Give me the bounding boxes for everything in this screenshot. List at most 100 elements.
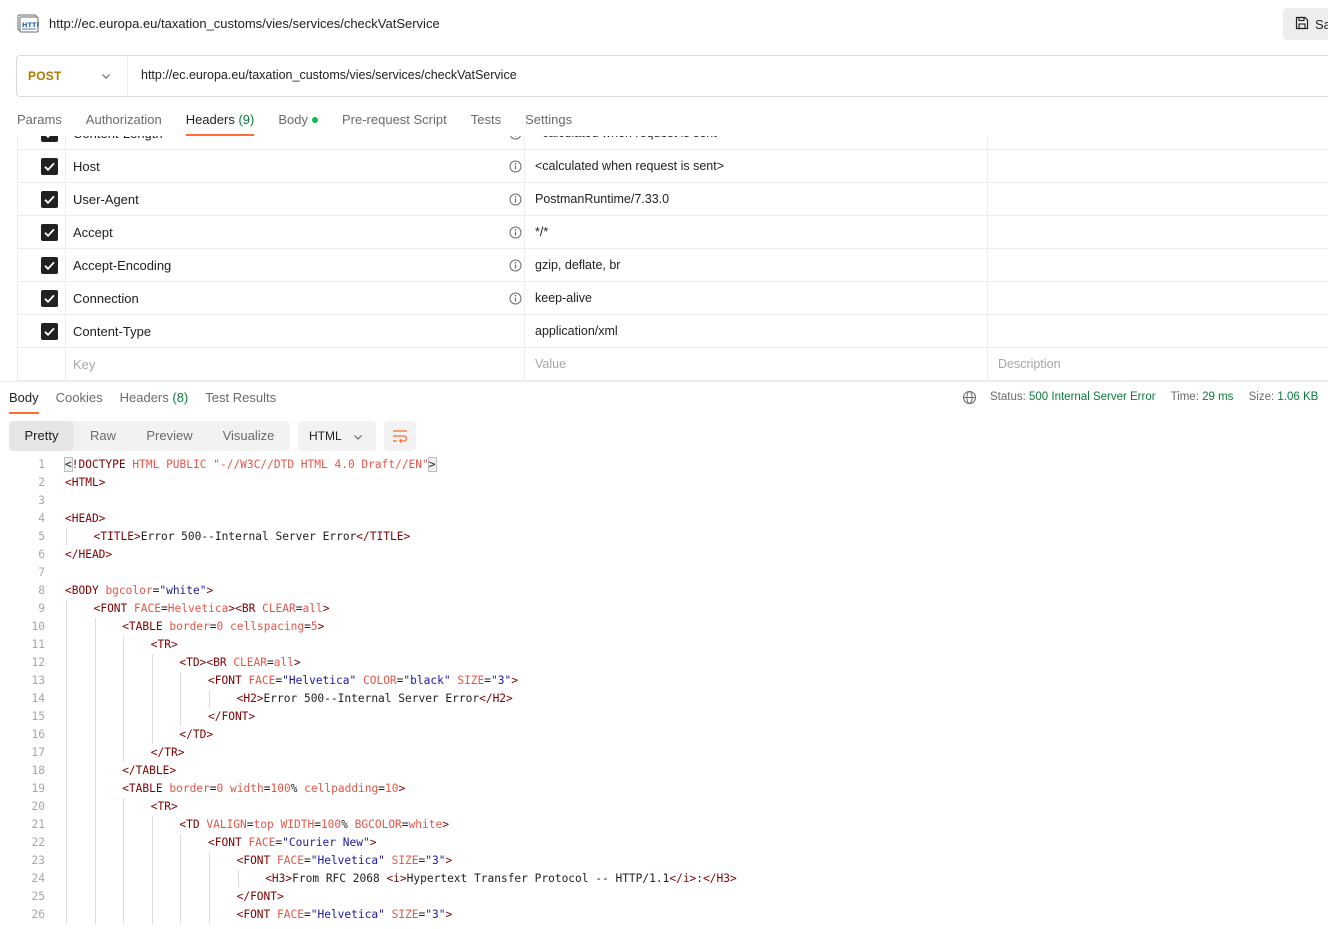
info-icon[interactable] (509, 292, 522, 305)
info-icon[interactable] (509, 193, 522, 206)
code-text: <TD VALIGN=top WIDTH=100% BGCOLOR=white> (179, 816, 449, 834)
code-token: </H3> (703, 872, 737, 885)
header-enabled-checkbox[interactable] (41, 191, 58, 208)
indent-guide (209, 888, 210, 906)
header-description-cell[interactable] (987, 315, 1328, 348)
header-description-cell[interactable] (987, 249, 1328, 282)
header-key-cell[interactable]: Key (65, 348, 524, 381)
indent-guide (66, 672, 67, 690)
globe-icon[interactable] (962, 390, 977, 405)
header-key-cell[interactable]: Accept (65, 216, 524, 249)
tab-headers[interactable]: Headers (9) (185, 104, 254, 136)
time-value[interactable]: 29 ms (1202, 391, 1233, 403)
code-token: HTML PUBLIC (132, 458, 207, 471)
indent-guide (209, 906, 210, 924)
code-token: "3" (425, 854, 446, 867)
header-row: Connection keep-alive (17, 282, 1328, 315)
code-token: bgcolor (105, 584, 153, 597)
tab-params[interactable]: Params (17, 104, 62, 136)
tab-body[interactable]: Body (278, 104, 318, 136)
code-line: 3 (0, 492, 1328, 510)
line-number: 26 (31, 908, 45, 921)
code-text: <FONT FACE="Helvetica" SIZE="3"> (237, 852, 453, 870)
header-row: User-Agent PostmanRuntime/7.33.0 (17, 183, 1328, 216)
header-enabled-checkbox[interactable] (41, 323, 58, 340)
code-text: <TABLE border=0 width=100% cellpadding=1… (122, 780, 405, 798)
format-select[interactable]: HTML (298, 421, 376, 451)
tab-authorization[interactable]: Authorization (86, 104, 162, 136)
indent-guide (180, 852, 182, 870)
header-key-cell[interactable]: Connection (65, 282, 524, 315)
header-value-cell[interactable]: <calculated when request is sent> (524, 136, 987, 150)
header-value-cell[interactable]: gzip, deflate, br (524, 249, 987, 282)
size-value[interactable]: 1.06 KB (1277, 391, 1318, 403)
header-value-cell[interactable]: Value (524, 348, 987, 381)
code-token: > (427, 457, 437, 472)
header-key-cell[interactable]: User-Agent (65, 183, 524, 216)
line-number: 1 (38, 458, 45, 471)
header-key-cell[interactable]: Accept-Encoding (65, 249, 524, 282)
header-description-cell[interactable] (987, 216, 1328, 249)
line-number: 10 (31, 620, 45, 633)
info-icon[interactable] (509, 160, 522, 173)
response-body-code[interactable]: 1 <!DOCTYPE HTML PUBLIC "-//W3C//DTD HTML… (0, 456, 1328, 929)
header-value-cell[interactable]: PostmanRuntime/7.33.0 (524, 183, 987, 216)
tab-settings[interactable]: Settings (525, 104, 572, 136)
chevron-down-icon[interactable] (100, 70, 112, 82)
tab-tests[interactable]: Tests (471, 104, 501, 136)
header-check-cell (17, 216, 65, 249)
header-enabled-checkbox[interactable] (41, 290, 58, 307)
save-button[interactable]: Sa (1283, 8, 1328, 40)
indent-guide (66, 708, 67, 726)
view-pretty-button[interactable]: Pretty (9, 421, 74, 451)
indent-guide (123, 654, 125, 672)
indent-guide (123, 870, 125, 888)
tab-pre-request-script[interactable]: Pre-request Script (342, 104, 447, 136)
header-key-cell[interactable]: Host (65, 150, 524, 183)
response-tab-cookies[interactable]: Cookies (56, 382, 103, 413)
header-description-cell[interactable] (987, 150, 1328, 183)
header-enabled-checkbox[interactable] (41, 136, 58, 142)
tab-label: Tests (470, 112, 502, 127)
header-description-cell[interactable] (987, 183, 1328, 216)
code-token: FACE (248, 674, 276, 687)
info-icon[interactable] (509, 259, 522, 272)
indent-guide (123, 816, 125, 834)
code-text: </TD> (179, 726, 213, 744)
info-icon[interactable] (509, 226, 522, 239)
indent-guide (66, 654, 67, 672)
header-value-cell[interactable]: */* (524, 216, 987, 249)
header-enabled-checkbox[interactable] (41, 158, 58, 175)
info-icon[interactable] (509, 136, 522, 140)
view-raw-button[interactable]: Raw (74, 421, 132, 451)
code-token: all (273, 656, 294, 669)
header-check-cell (17, 183, 65, 216)
indent-guide (180, 870, 182, 888)
header-enabled-checkbox[interactable] (41, 224, 58, 241)
response-tab-body[interactable]: Body (9, 382, 39, 414)
response-tab-test-results[interactable]: Test Results (205, 382, 276, 413)
response-tab-headers[interactable]: Headers (8) (120, 382, 189, 413)
header-description-cell[interactable] (987, 282, 1328, 315)
header-enabled-checkbox[interactable] (41, 257, 58, 274)
header-key-cell[interactable]: Content-Type (65, 315, 524, 348)
header-description-cell[interactable] (987, 136, 1328, 150)
indent-guide (123, 798, 125, 816)
header-description-cell[interactable]: Description (987, 348, 1328, 381)
url-input[interactable] (141, 68, 1241, 82)
header-value-cell[interactable]: application/xml (524, 315, 987, 348)
header-value-cell[interactable]: <calculated when request is sent> (524, 150, 987, 183)
request-title[interactable]: http://ec.europa.eu/taxation_customs/vie… (49, 16, 440, 31)
view-visualize-button[interactable]: Visualize (207, 421, 290, 451)
view-preview-button[interactable]: Preview (132, 421, 207, 451)
status-value[interactable]: 500 Internal Server Error (1029, 391, 1156, 403)
header-key-cell[interactable]: Content-Length (65, 136, 524, 150)
code-text: </FONT> (208, 708, 255, 726)
wrap-lines-button[interactable] (384, 421, 416, 451)
code-token: <TABLE (122, 782, 163, 795)
method-select[interactable]: POST (28, 69, 61, 83)
header-value-cell[interactable]: keep-alive (524, 282, 987, 315)
http-request-icon: HTTP (17, 13, 41, 33)
code-line: 23 <FONT FACE="Helvetica" SIZE="3"> (0, 852, 1328, 870)
indent-guide (94, 618, 96, 636)
